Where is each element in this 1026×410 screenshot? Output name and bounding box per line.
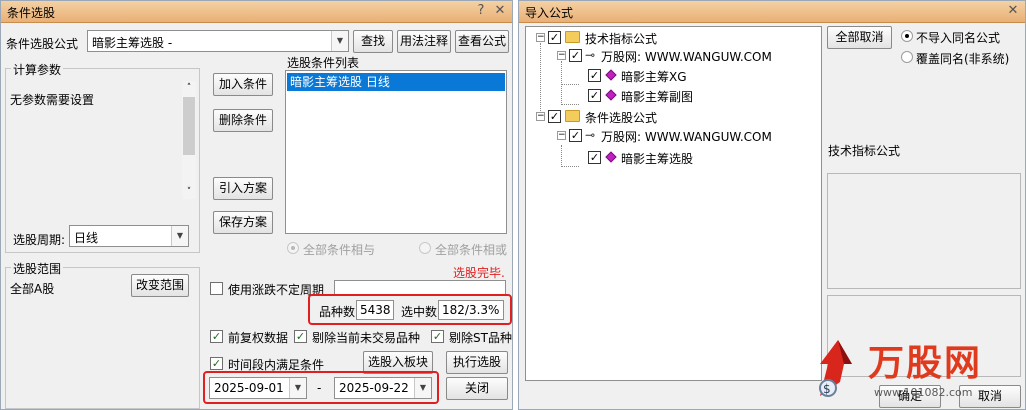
period-combo-value: 日线: [74, 231, 99, 245]
remove-st-label: 剔除ST品种: [449, 331, 512, 345]
radio-no-import-same[interactable]: [901, 30, 913, 42]
formula-params-panel: [827, 295, 1021, 377]
collapse-icon[interactable]: −: [557, 131, 566, 140]
formula-combo[interactable]: 暗影主筹选股 - ▼: [87, 30, 349, 52]
chevron-down-icon[interactable]: ▼: [171, 226, 188, 246]
radio-overwrite-same[interactable]: [901, 51, 913, 63]
period-combo[interactable]: 日线 ▼: [69, 225, 189, 247]
tree-checkbox[interactable]: ✓: [588, 151, 601, 164]
tree-item-label: 万股网: WWW.WANGUW.COM: [601, 130, 772, 144]
left-titlebar: 条件选股 ? ✕: [1, 1, 512, 23]
find-button[interactable]: 查找: [353, 30, 393, 53]
usage-notes-button[interactable]: 用法注释: [397, 30, 451, 53]
radio-overwrite-same-label: 覆盖同名(非系统): [916, 52, 1010, 66]
scroll-down-icon[interactable]: ˅: [182, 185, 196, 199]
radio-all-and[interactable]: [287, 242, 299, 254]
collapse-icon[interactable]: −: [557, 51, 566, 60]
remove-st-checkbox[interactable]: ✓: [431, 330, 444, 343]
folder-icon: [565, 31, 580, 43]
remove-untraded-checkbox[interactable]: ✓: [294, 330, 307, 343]
import-plan-button[interactable]: 引入方案: [213, 177, 273, 200]
right-window-title: 导入公式: [525, 6, 574, 20]
stock-selection-window: 条件选股 ? ✕ 条件选股公式 暗影主筹选股 - ▼ 查找 用法注释 查看公式 …: [0, 0, 513, 410]
collapse-icon[interactable]: −: [536, 112, 545, 121]
tree-item-label: 条件选股公式: [585, 111, 658, 125]
formula-description-panel: [827, 173, 1021, 289]
formula-type-label: 技术指标公式: [828, 144, 901, 158]
add-condition-button[interactable]: 加入条件: [213, 73, 273, 96]
range-value: 全部A股: [10, 282, 55, 296]
tree-checkbox[interactable]: ✓: [548, 31, 561, 44]
tree-item-folder[interactable]: − ✓ 条件选股公式: [526, 108, 816, 126]
view-formula-button[interactable]: 查看公式: [455, 30, 509, 53]
fq-data-label: 前复权数据: [228, 331, 289, 345]
calc-params-text: 无参数需要设置: [10, 93, 95, 107]
tree-item-folder[interactable]: − ✓ 技术指标公式: [526, 29, 816, 47]
ok-button[interactable]: 确定: [879, 385, 941, 408]
run-selection-button[interactable]: 执行选股: [446, 351, 508, 374]
tree-item-label: 暗影主筹选股: [621, 152, 694, 166]
radio-all-or-label: 全部条件相或: [435, 243, 508, 257]
right-titlebar: 导入公式 ✕: [519, 1, 1025, 23]
tree-item-label: 万股网: WWW.WANGUW.COM: [601, 50, 772, 64]
formula-icon: [605, 151, 617, 163]
tree-item-label: 暗影主筹XG: [621, 70, 687, 84]
tree-checkbox[interactable]: ✓: [569, 129, 582, 142]
formula-combo-value: 暗影主筹选股 -: [92, 36, 173, 50]
tree-checkbox[interactable]: ✓: [588, 69, 601, 82]
formula-icon: [605, 89, 617, 101]
range-group-title: 选股范围: [11, 260, 64, 277]
period-label: 选股周期:: [13, 233, 66, 247]
radio-all-and-label: 全部条件相与: [303, 243, 376, 257]
time-range-checkbox[interactable]: ✓: [210, 357, 223, 370]
highlight-box: [308, 294, 512, 325]
tree-item-label: 暗影主筹副图: [621, 90, 694, 104]
scroll-up-icon[interactable]: ˄: [182, 81, 196, 95]
condition-list[interactable]: 暗影主筹选股 日线: [285, 70, 507, 234]
tree-item-formula[interactable]: ✓ 暗影主筹XG: [526, 67, 816, 85]
calc-params-title: 计算参数: [11, 61, 64, 78]
remove-untraded-label: 剔除当前未交易品种: [312, 331, 421, 345]
formula-tree[interactable]: − ✓ 技术指标公式 − ✓ ⊸ 万股网: WWW.WANGUW.COM ✓ 暗…: [525, 26, 822, 381]
cancel-button[interactable]: 取消: [959, 385, 1021, 408]
import-formula-window: 导入公式 ✕ − ✓ 技术指标公式 − ✓ ⊸ 万股网: WWW.WANGUW.…: [518, 0, 1026, 410]
delete-condition-button[interactable]: 删除条件: [213, 109, 273, 132]
tree-item-key[interactable]: − ✓ ⊸ 万股网: WWW.WANGUW.COM: [526, 47, 816, 65]
left-window-title: 条件选股: [7, 6, 56, 20]
close-button[interactable]: 关闭: [446, 377, 508, 400]
close-icon[interactable]: ✕: [1004, 2, 1022, 20]
change-range-button[interactable]: 改变范围: [131, 274, 189, 297]
folder-icon: [565, 110, 580, 122]
cancel-all-button[interactable]: 全部取消: [827, 26, 892, 49]
date-highlight-box: [203, 371, 439, 404]
help-icon[interactable]: ?: [472, 2, 490, 20]
close-icon[interactable]: ✕: [491, 2, 509, 20]
radio-no-import-same-label: 不导入同名公式: [916, 31, 1001, 45]
condition-list-label: 选股条件列表: [287, 56, 360, 70]
chevron-down-icon[interactable]: ▼: [331, 31, 348, 51]
status-text: 选股完毕.: [453, 266, 505, 280]
tree-item-label: 技术指标公式: [585, 32, 658, 46]
collapse-icon[interactable]: −: [536, 33, 545, 42]
key-icon: ⊸: [585, 48, 596, 62]
key-icon: ⊸: [585, 128, 596, 142]
condition-list-item[interactable]: 暗影主筹选股 日线: [287, 73, 505, 91]
formula-icon: [605, 69, 617, 81]
save-plan-button[interactable]: 保存方案: [213, 211, 273, 234]
fq-data-checkbox[interactable]: ✓: [210, 330, 223, 343]
tree-item-key[interactable]: − ✓ ⊸ 万股网: WWW.WANGUW.COM: [526, 127, 816, 145]
scroll-thumb[interactable]: [183, 97, 195, 155]
calc-params-scrollbar[interactable]: ˄ ˅: [182, 81, 196, 199]
tree-item-formula[interactable]: ✓ 暗影主筹副图: [526, 87, 816, 105]
tree-checkbox[interactable]: ✓: [588, 89, 601, 102]
use-period-checkbox[interactable]: [210, 282, 223, 295]
tree-item-formula[interactable]: ✓ 暗影主筹选股: [526, 149, 816, 167]
tree-checkbox[interactable]: ✓: [569, 49, 582, 62]
formula-label: 条件选股公式: [6, 37, 79, 51]
tree-checkbox[interactable]: ✓: [548, 110, 561, 123]
radio-all-or[interactable]: [419, 242, 431, 254]
